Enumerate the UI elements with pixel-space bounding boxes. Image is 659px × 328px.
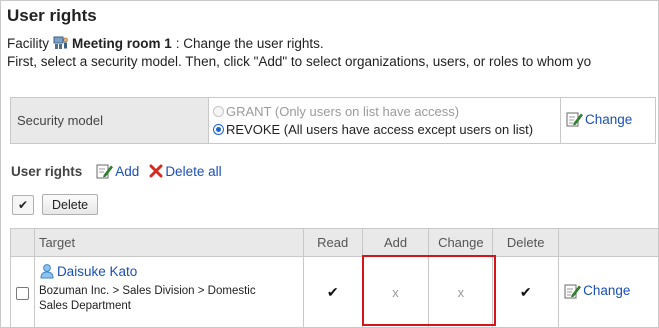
delete-x-icon <box>149 164 163 178</box>
delete-all-label[interactable]: Delete all <box>165 164 221 179</box>
row-checkbox[interactable] <box>15 286 29 300</box>
edit-icon <box>564 284 582 298</box>
security-model-change-cell: Change <box>560 97 656 144</box>
row-change-cell: Change <box>558 256 658 327</box>
page-title: User rights <box>7 6 97 25</box>
security-model-change-label[interactable]: Change <box>585 112 632 127</box>
grant-option: GRANT (Only users on list have access) <box>213 103 560 121</box>
change-cell: x <box>428 256 494 327</box>
action-column-header <box>558 228 658 257</box>
delete-all-link[interactable]: Delete all <box>149 164 222 179</box>
user-icon <box>40 264 54 279</box>
grant-option-label: GRANT (Only users on list have access) <box>226 104 460 119</box>
org-path: Bozuman Inc. > Sales Division > Domestic… <box>38 285 256 312</box>
change-permission-mark: x <box>457 284 465 300</box>
delete-button[interactable]: Delete <box>42 194 99 215</box>
row-select-cell <box>10 256 35 327</box>
security-model-options: GRANT (Only users on list have access) R… <box>208 97 561 144</box>
rights-table-header: Target Read Add Change Delete <box>10 228 658 257</box>
facility-name: Meeting room 1 <box>72 35 172 51</box>
delete-cell: ✔ <box>492 256 560 327</box>
user-line: Daisuke Kato <box>39 263 303 279</box>
user-name-link[interactable]: Daisuke Kato <box>57 264 137 279</box>
check-all-button[interactable]: ✔ <box>12 194 34 215</box>
delete-column-header: Delete <box>492 228 560 257</box>
facility-suffix: : Change the user rights. <box>175 35 324 51</box>
security-model-change-link[interactable]: Change <box>566 111 632 127</box>
read-cell: ✔ <box>302 256 363 327</box>
user-rights-window: User rights Facility Meeting room 1 : Ch… <box>0 0 659 328</box>
row-change-link[interactable]: Change <box>564 283 630 299</box>
target-column-header: Target <box>33 228 304 257</box>
rights-table: Target Read Add Change Delete Daisuke Ka… <box>10 228 658 327</box>
grant-radio <box>213 106 224 117</box>
rights-toolbar: ✔ Delete <box>12 194 99 215</box>
security-model-label: Security model <box>10 97 209 144</box>
table-row: Daisuke Kato Bozuman Inc. > Sales Divisi… <box>10 256 658 327</box>
row-change-label[interactable]: Change <box>583 283 630 298</box>
user-rights-header: User rights Add Delete all <box>11 163 232 179</box>
user-rights-label: User rights <box>11 163 83 179</box>
add-permission-mark: x <box>392 284 399 300</box>
revoke-option[interactable]: REVOKE (All users have access except use… <box>213 121 560 139</box>
add-column-header: Add <box>361 228 430 257</box>
revoke-option-label[interactable]: REVOKE (All users have access except use… <box>226 122 533 137</box>
edit-icon <box>566 112 583 127</box>
add-cell: x <box>361 256 430 327</box>
read-column-header: Read <box>302 228 363 257</box>
change-column-header: Change <box>428 228 494 257</box>
facility-prefix: Facility <box>7 35 50 51</box>
facility-icon <box>53 35 69 51</box>
security-model-table: Security model GRANT (Only users on list… <box>10 97 656 144</box>
target-cell: Daisuke Kato Bozuman Inc. > Sales Divisi… <box>33 256 304 327</box>
read-permission-mark: ✔ <box>326 283 339 300</box>
instruction-text: First, select a security model. Then, cl… <box>7 54 592 69</box>
revoke-radio[interactable] <box>213 124 224 135</box>
facility-line: Facility Meeting room 1 : Change the use… <box>7 35 324 51</box>
select-column-header <box>10 228 35 257</box>
add-link[interactable]: Add <box>96 163 139 179</box>
delete-permission-mark: ✔ <box>519 283 532 300</box>
add-icon <box>96 164 114 179</box>
add-label[interactable]: Add <box>115 164 139 179</box>
